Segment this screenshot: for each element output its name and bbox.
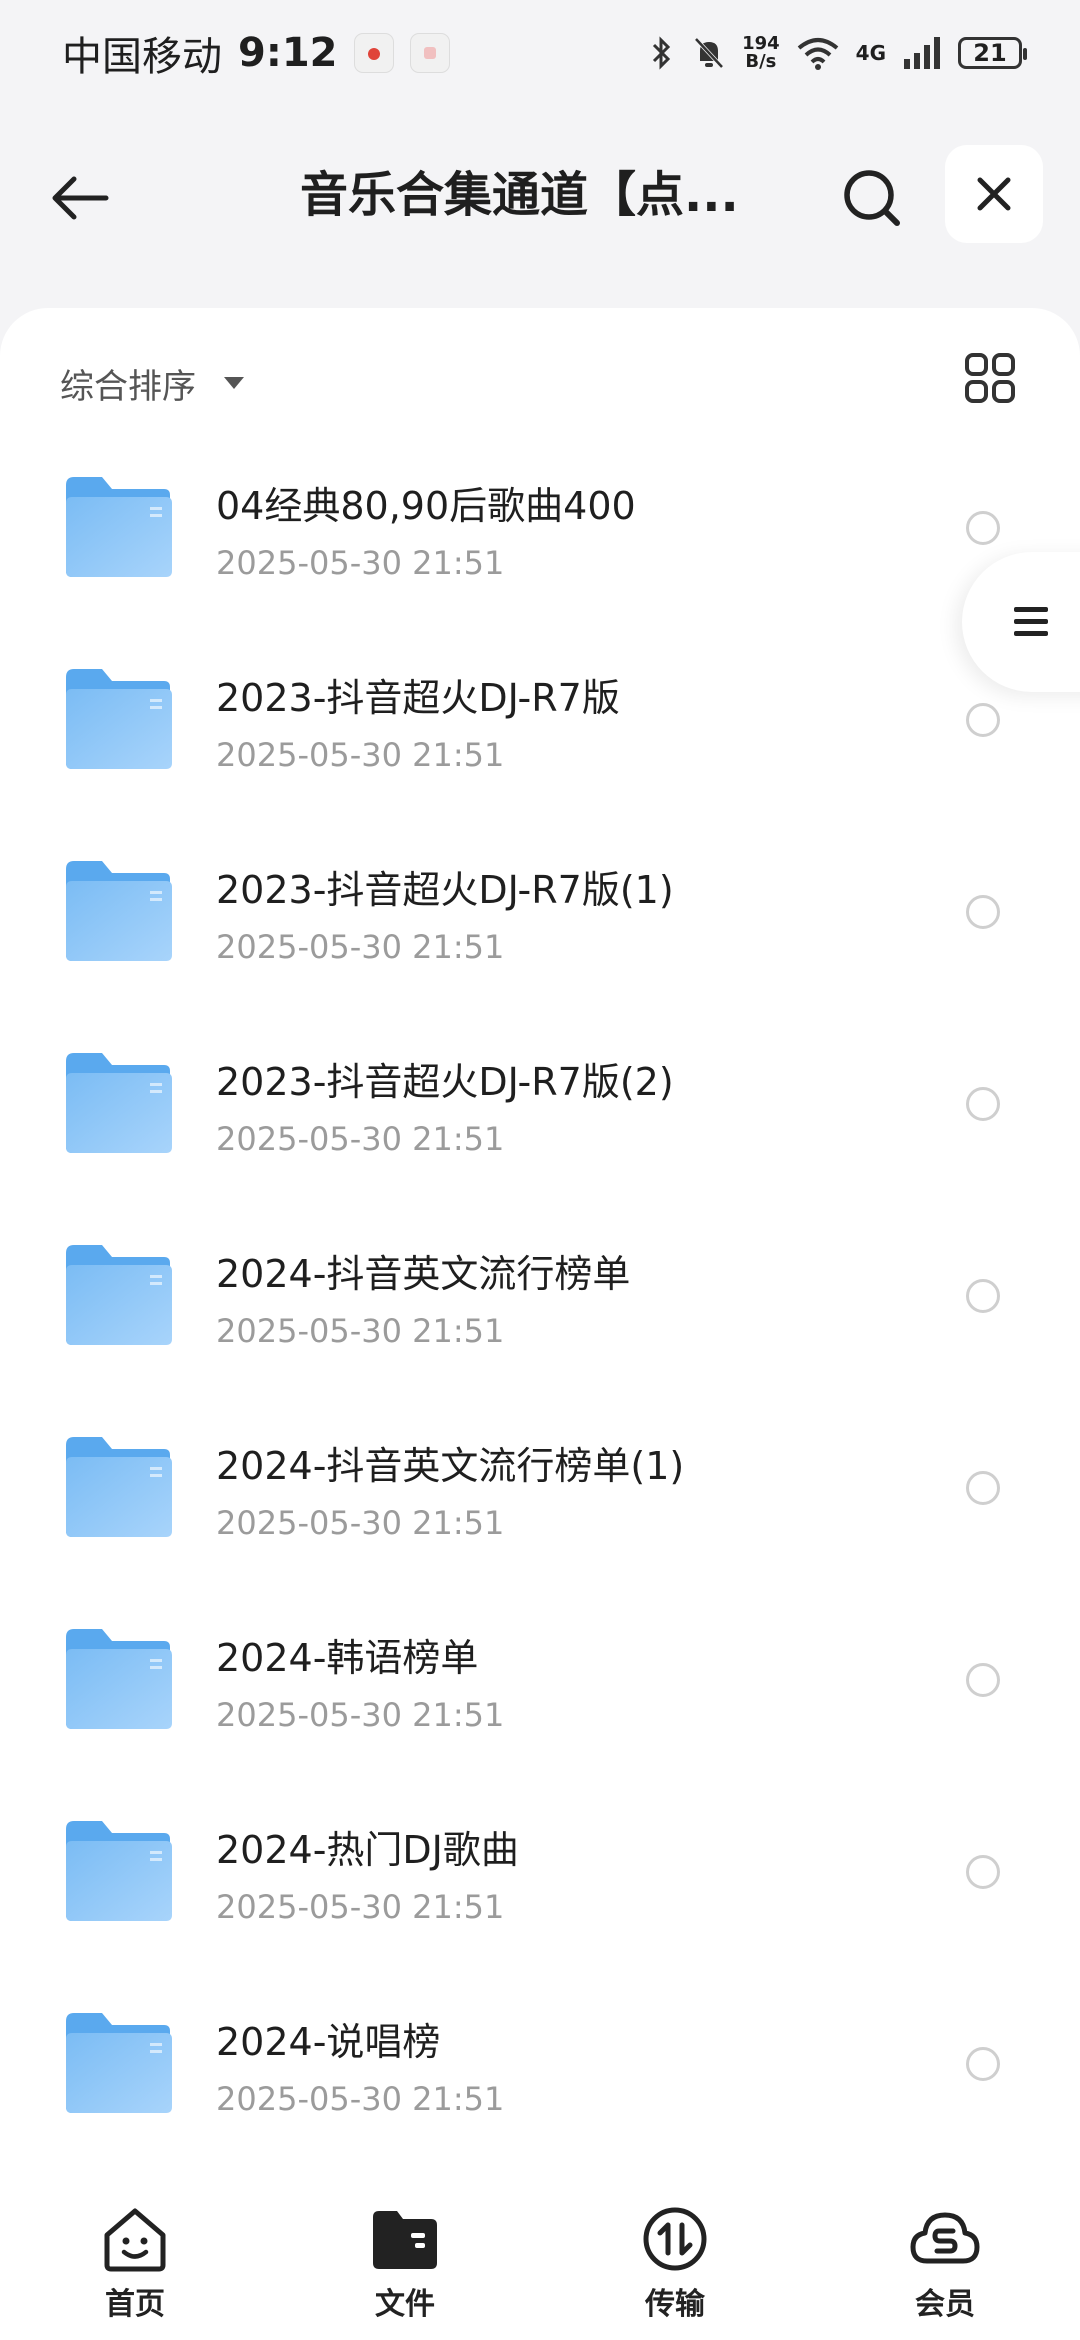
- nav-files[interactable]: 文件: [325, 2203, 485, 2323]
- file-name: 2024-抖音英文流行榜单: [216, 1252, 631, 1296]
- folder-icon: [66, 1245, 172, 1345]
- file-row[interactable]: 2024-抖音英文流行榜单 2025-05-30 21:51: [0, 1211, 1080, 1403]
- select-checkbox[interactable]: [966, 703, 1000, 737]
- home-face-icon: [104, 2208, 166, 2272]
- file-row[interactable]: 2023-抖音超火DJ-R7版(1) 2025-05-30 21:51: [0, 827, 1080, 1019]
- status-left: 中国移动 9:12: [62, 24, 450, 82]
- network-type: 4G: [855, 40, 886, 65]
- page-title: 音乐合集通道【点...: [300, 167, 739, 223]
- close-icon: [977, 177, 1011, 211]
- select-checkbox[interactable]: [966, 2047, 1000, 2081]
- folder-icon: [66, 1629, 172, 1729]
- vip-cloud-icon: [910, 2212, 980, 2264]
- file-name: 2024-说唱榜: [216, 2020, 441, 2064]
- notification-app-icon: [409, 32, 450, 73]
- file-date: 2025-05-30 21:51: [216, 544, 505, 582]
- file-date: 2025-05-30 21:51: [216, 736, 505, 774]
- select-checkbox[interactable]: [966, 1087, 1000, 1121]
- status-right: 194 B/s 4G 21: [646, 32, 1027, 72]
- nav-label: 首页: [105, 2287, 165, 2322]
- nav-vip[interactable]: 会员: [865, 2203, 1025, 2323]
- nav-label: 传输: [645, 2287, 705, 2322]
- nav-label: 文件: [375, 2287, 435, 2322]
- file-date: 2025-05-30 21:51: [216, 1120, 505, 1158]
- folder-icon: [66, 477, 172, 577]
- file-list: 04经典80,90后歌曲400 2025-05-30 21:51 2023-抖音…: [0, 443, 1080, 2171]
- folder-icon: [66, 2013, 172, 2113]
- file-row[interactable]: 2023-抖音超火DJ-R7版(2) 2025-05-30 21:51: [0, 1019, 1080, 1211]
- clock: 9:12: [238, 29, 338, 76]
- grid-icon: [965, 353, 1015, 403]
- file-row[interactable]: 04经典80,90后歌曲400 2025-05-30 21:51: [0, 443, 1080, 635]
- search-icon: [844, 170, 900, 226]
- folder-icon: [66, 669, 172, 769]
- sort-label: 综合排序: [60, 366, 196, 407]
- file-name: 2023-抖音超火DJ-R7版(2): [216, 1060, 674, 1104]
- search-button[interactable]: [832, 158, 912, 238]
- file-row[interactable]: 2024-抖音英文流行榜单(1) 2025-05-30 21:51: [0, 1403, 1080, 1595]
- status-bar: 中国移动 9:12 194 B/s 4G 21: [0, 0, 1080, 105]
- file-name: 2023-抖音超火DJ-R7版(1): [216, 868, 674, 912]
- file-date: 2025-05-30 21:51: [216, 1696, 505, 1734]
- file-date: 2025-05-30 21:51: [216, 2080, 505, 2118]
- bottom-nav: 首页 文件 传输 会员: [0, 2188, 1080, 2340]
- nav-home[interactable]: 首页: [55, 2203, 215, 2323]
- sort-dropdown[interactable]: 综合排序: [60, 348, 244, 418]
- file-date: 2025-05-30 21:51: [216, 1312, 505, 1350]
- menu-icon: [1014, 607, 1048, 636]
- file-row[interactable]: 2024-热门DJ歌曲 2025-05-30 21:51: [0, 1787, 1080, 1979]
- net-speed-unit: B/s: [745, 50, 777, 72]
- file-name: 2023-抖音超火DJ-R7版: [216, 676, 620, 720]
- bluetooth-icon: [653, 35, 671, 70]
- folder-icon: [66, 861, 172, 961]
- file-row[interactable]: 2024-韩语榜单 2025-05-30 21:51: [0, 1595, 1080, 1787]
- file-date: 2025-05-30 21:51: [216, 1888, 505, 1926]
- transfer-icon: [643, 2207, 707, 2271]
- select-checkbox[interactable]: [966, 1279, 1000, 1313]
- folder-icon: [373, 2211, 437, 2269]
- select-checkbox[interactable]: [966, 1471, 1000, 1505]
- net-speed-value: 194: [742, 32, 780, 54]
- net-speed: 194 B/s: [742, 32, 780, 72]
- file-name: 2024-热门DJ歌曲: [216, 1828, 519, 1872]
- back-button[interactable]: [40, 158, 120, 238]
- mute-bell-icon: [694, 37, 724, 68]
- select-checkbox[interactable]: [966, 895, 1000, 929]
- file-name: 2024-韩语榜单: [216, 1636, 479, 1680]
- caret-down-icon: [224, 377, 244, 389]
- file-row[interactable]: 2024-说唱榜 2025-05-30 21:51: [0, 1979, 1080, 2171]
- signal-icon: [904, 36, 940, 69]
- file-date: 2025-05-30 21:51: [216, 928, 505, 966]
- file-date: 2025-05-30 21:51: [216, 1504, 505, 1542]
- folder-icon: [66, 1821, 172, 1921]
- grid-view-button[interactable]: [955, 343, 1025, 413]
- file-name: 2024-抖音英文流行榜单(1): [216, 1444, 685, 1488]
- top-app-bar: 音乐合集通道【点...: [0, 140, 1080, 250]
- select-checkbox[interactable]: [966, 511, 1000, 545]
- carrier-name: 中国移动: [62, 33, 222, 80]
- folder-icon: [66, 1053, 172, 1153]
- select-checkbox[interactable]: [966, 1855, 1000, 1889]
- file-name: 04经典80,90后歌曲400: [216, 484, 636, 528]
- notification-app-icon: [353, 32, 394, 73]
- folder-icon: [66, 1437, 172, 1537]
- arrow-left-icon: [52, 176, 109, 220]
- nav-label: 会员: [915, 2287, 975, 2322]
- file-panel: 综合排序 04经典80,90后歌曲400 2025-05-30 21:51 20…: [0, 308, 1080, 2188]
- battery-icon: 21: [958, 36, 1027, 69]
- wifi-icon: [797, 37, 838, 70]
- nav-transfer[interactable]: 传输: [595, 2203, 755, 2323]
- select-checkbox[interactable]: [966, 1663, 1000, 1697]
- file-row[interactable]: 2023-抖音超火DJ-R7版 2025-05-30 21:51: [0, 635, 1080, 827]
- close-button[interactable]: [945, 145, 1043, 243]
